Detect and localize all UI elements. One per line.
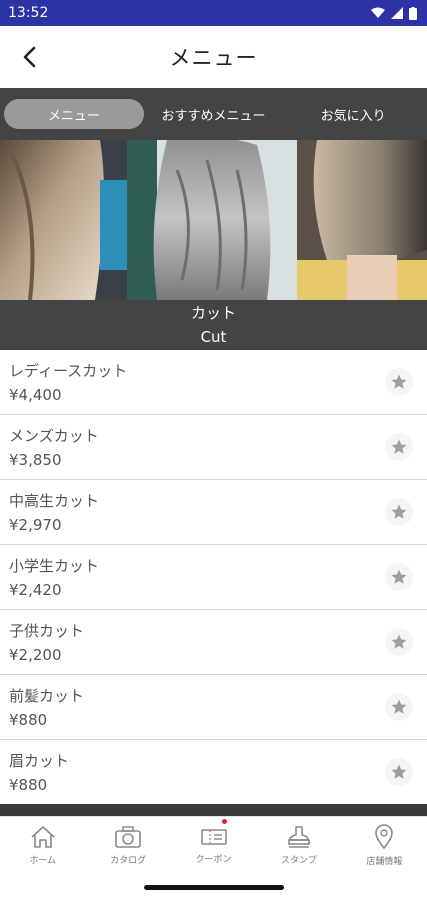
home-gesture-bar[interactable] bbox=[143, 884, 284, 890]
favorite-button[interactable] bbox=[385, 498, 413, 526]
item-name: 中高生カット bbox=[9, 492, 100, 510]
star-icon bbox=[391, 764, 407, 779]
category-hero-images bbox=[0, 140, 427, 300]
item-price: ¥2,200 bbox=[9, 646, 62, 664]
list-item[interactable]: レディースカット ¥4,400 bbox=[0, 350, 427, 415]
signal-icon bbox=[391, 7, 403, 19]
hero-image-1 bbox=[0, 140, 127, 300]
next-category-strip bbox=[0, 804, 427, 816]
camera-icon bbox=[115, 826, 141, 848]
item-name: 子供カット bbox=[9, 622, 85, 640]
item-price: ¥2,420 bbox=[9, 581, 62, 599]
favorite-button[interactable] bbox=[385, 758, 413, 786]
location-icon bbox=[375, 824, 394, 850]
tab-recommended[interactable]: おすすめメニュー bbox=[144, 99, 284, 129]
category-header: カット Cut bbox=[0, 300, 427, 350]
item-price: ¥2,970 bbox=[9, 516, 62, 534]
status-icons bbox=[371, 6, 417, 20]
item-price: ¥3,850 bbox=[9, 451, 62, 469]
page-title: メニュー bbox=[169, 46, 258, 70]
favorite-button[interactable] bbox=[385, 563, 413, 591]
nav-store-info[interactable]: 店舗情報 bbox=[342, 817, 427, 874]
status-bar: 13:52 bbox=[0, 0, 427, 26]
hero-image-2 bbox=[127, 140, 297, 300]
favorite-button[interactable] bbox=[385, 368, 413, 396]
nav-label: ホーム bbox=[29, 856, 57, 866]
star-icon bbox=[391, 569, 407, 584]
tab-menu[interactable]: メニュー bbox=[4, 99, 144, 129]
hero-image-3 bbox=[297, 140, 427, 300]
favorite-button[interactable] bbox=[385, 628, 413, 656]
list-item[interactable]: メンズカット ¥3,850 bbox=[0, 415, 427, 480]
back-button[interactable] bbox=[12, 40, 46, 74]
status-time: 13:52 bbox=[8, 5, 49, 21]
list-item[interactable]: 中高生カット ¥2,970 bbox=[0, 480, 427, 545]
star-icon bbox=[391, 634, 407, 649]
favorite-button[interactable] bbox=[385, 693, 413, 721]
nav-label: 店舗情報 bbox=[366, 857, 403, 867]
chevron-left-icon bbox=[23, 46, 36, 68]
nav-label: クーポン bbox=[195, 855, 232, 865]
item-price: ¥880 bbox=[9, 711, 48, 729]
notification-badge bbox=[222, 819, 228, 824]
star-icon bbox=[391, 439, 407, 454]
nav-stamp[interactable]: スタンプ bbox=[256, 817, 341, 874]
gesture-area bbox=[0, 874, 427, 900]
star-icon bbox=[391, 699, 407, 714]
tab-bar: メニュー おすすめメニュー お気に入り bbox=[0, 88, 427, 140]
app-header: メニュー bbox=[0, 26, 427, 88]
list-item[interactable]: 小学生カット ¥2,420 bbox=[0, 545, 427, 610]
battery-icon bbox=[409, 6, 417, 20]
star-icon bbox=[391, 374, 407, 389]
list-item[interactable]: 子供カット ¥2,200 bbox=[0, 610, 427, 675]
nav-label: カタログ bbox=[110, 856, 147, 866]
item-name: レディースカット bbox=[9, 362, 128, 380]
category-name-jp: カット bbox=[190, 304, 236, 322]
menu-list: レディースカット ¥4,400 メンズカット ¥3,850 中高生カット ¥2,… bbox=[0, 350, 427, 805]
list-item[interactable]: 前髪カット ¥880 bbox=[0, 675, 427, 740]
item-price: ¥880 bbox=[9, 776, 48, 794]
item-name: 眉カット bbox=[9, 752, 70, 770]
list-item[interactable]: 眉カット ¥880 bbox=[0, 740, 427, 805]
item-price: ¥4,400 bbox=[9, 386, 62, 404]
nav-coupon[interactable]: クーポン bbox=[171, 817, 256, 874]
nav-home[interactable]: ホーム bbox=[0, 817, 85, 874]
item-name: 前髪カット bbox=[9, 687, 85, 705]
nav-label: スタンプ bbox=[281, 856, 317, 866]
item-name: 小学生カット bbox=[9, 557, 100, 575]
coupon-icon bbox=[200, 829, 227, 845]
item-name: メンズカット bbox=[9, 427, 99, 445]
stamp-icon bbox=[288, 826, 310, 848]
star-icon bbox=[391, 504, 407, 519]
tab-favorites[interactable]: お気に入り bbox=[283, 99, 423, 129]
bottom-nav: ホーム カタログ クーポン スタンプ 店舗情報 bbox=[0, 816, 427, 874]
home-icon bbox=[31, 826, 55, 848]
wifi-icon bbox=[371, 7, 385, 18]
nav-catalog[interactable]: カタログ bbox=[85, 817, 170, 874]
favorite-button[interactable] bbox=[385, 433, 413, 461]
category-name-en: Cut bbox=[200, 328, 227, 346]
